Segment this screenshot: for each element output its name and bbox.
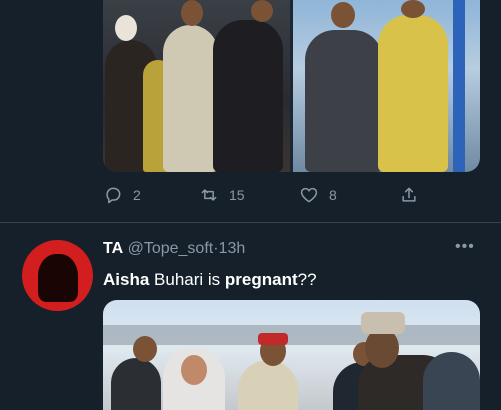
person-figure <box>423 352 480 410</box>
retweet-button[interactable]: 15 <box>199 185 245 205</box>
person-figure <box>238 360 298 410</box>
person-head <box>115 15 137 41</box>
person-figure <box>213 20 283 172</box>
photo-panel-left <box>103 0 290 172</box>
person-figure <box>305 30 383 172</box>
display-name[interactable]: TA <box>103 240 123 257</box>
retweet-count: 15 <box>229 187 245 203</box>
reply-button[interactable]: 2 <box>103 185 141 205</box>
like-count: 8 <box>329 187 337 203</box>
person-head <box>133 336 157 362</box>
tweet-photo[interactable] <box>103 300 480 410</box>
heart-icon <box>300 187 318 203</box>
share-button[interactable] <box>399 185 419 205</box>
person-head <box>251 0 273 22</box>
person-head <box>181 0 203 26</box>
person-head <box>365 328 399 368</box>
tweet-text-bold-1: Aisha <box>103 270 150 289</box>
tweet-action-bar: 2 15 8 <box>103 182 433 208</box>
person-head <box>401 0 425 18</box>
tweet-text-plain-1: Buhari is <box>149 270 225 289</box>
background-building <box>103 325 480 345</box>
tweet-text: Aisha Buhari is pregnant?? <box>103 270 317 290</box>
avatar-silhouette <box>38 254 78 302</box>
aircraft-stairs <box>453 0 465 172</box>
share-icon <box>402 187 416 202</box>
red-beret <box>258 333 288 345</box>
person-figure <box>163 25 218 172</box>
tweet-header: TA @Tope_soft·13h <box>103 240 245 258</box>
person-figure <box>378 15 448 172</box>
reply-icon <box>106 187 121 204</box>
like-button[interactable]: 8 <box>299 185 337 205</box>
reply-count: 2 <box>133 187 141 203</box>
tweet-divider <box>0 222 501 223</box>
retweet-icon <box>201 189 217 201</box>
tweet-timestamp[interactable]: 13h <box>219 240 246 257</box>
person-head <box>181 355 207 385</box>
tweet-text-bold-2: pregnant <box>224 270 298 289</box>
more-icon[interactable]: ••• <box>455 238 475 256</box>
tweet-text-plain-2: ?? <box>297 270 317 289</box>
user-handle[interactable]: @Tope_soft <box>128 240 214 257</box>
photo-panel-right <box>293 0 480 172</box>
person-head <box>331 2 355 28</box>
avatar[interactable] <box>22 240 93 311</box>
traditional-cap <box>361 312 405 334</box>
previous-tweet-photo[interactable] <box>103 0 480 172</box>
person-figure <box>111 358 161 410</box>
